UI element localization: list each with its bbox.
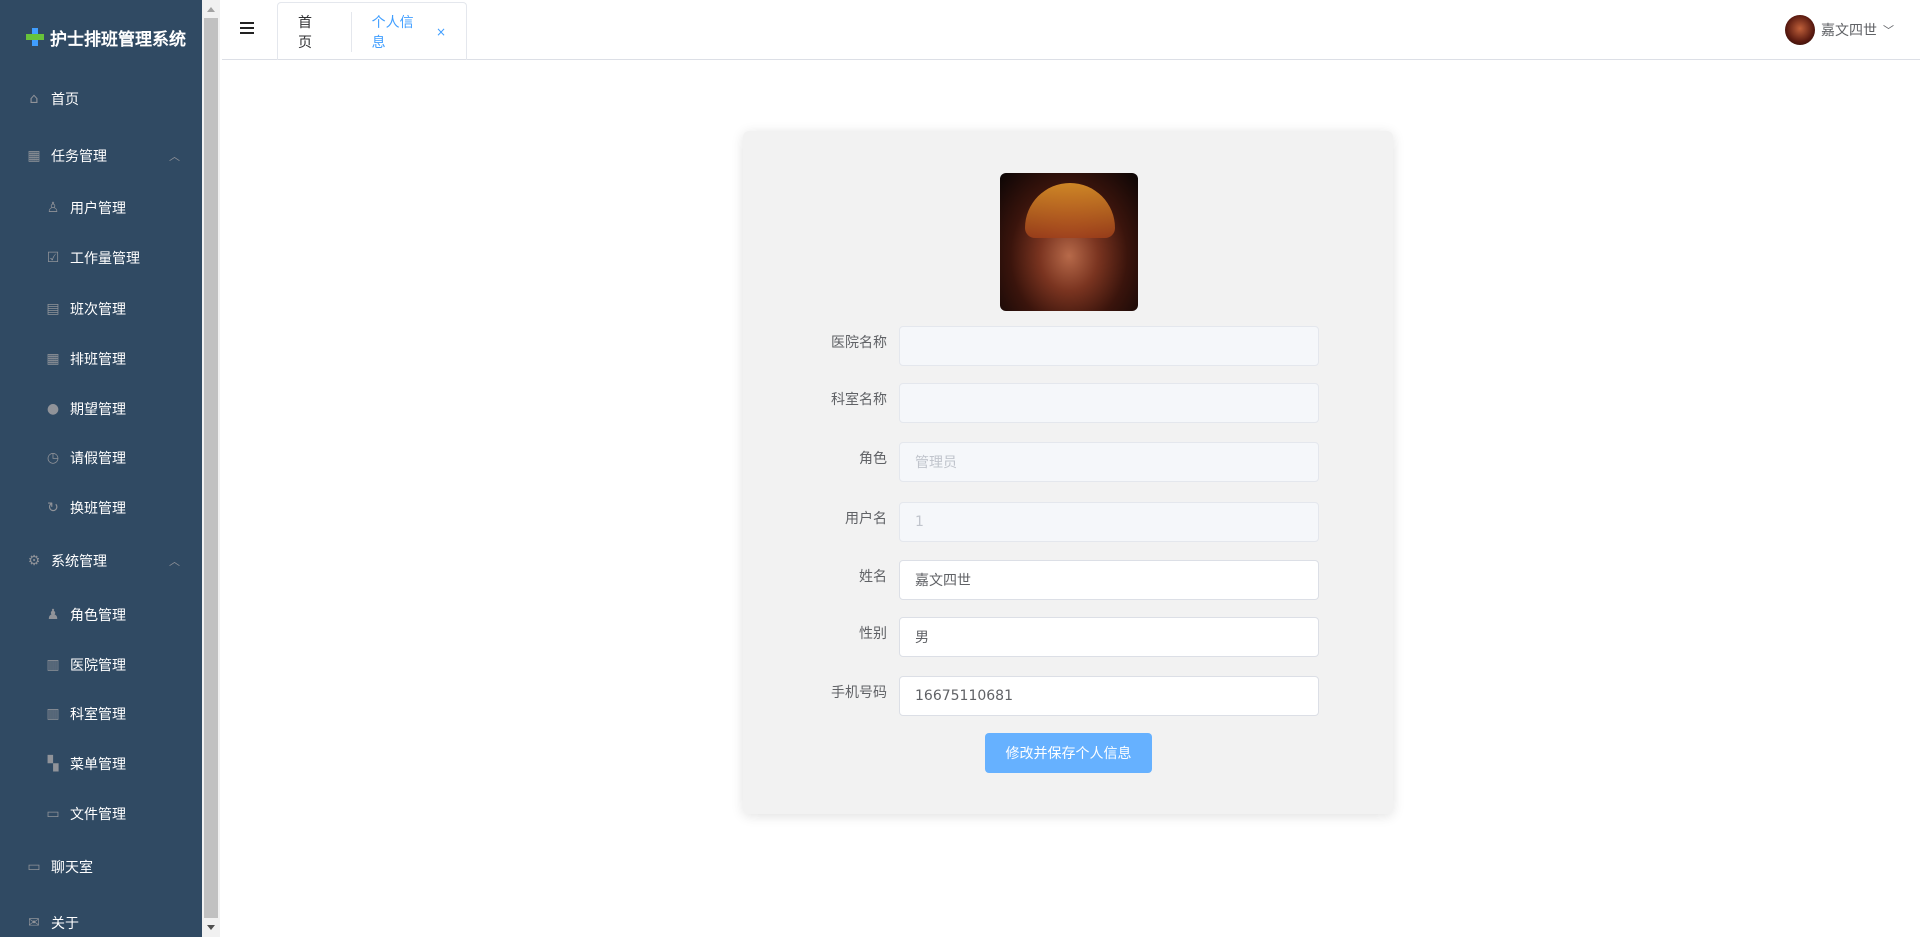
sidebar-item-leave-management[interactable]: ◷ 请假管理 [0, 433, 202, 483]
scroll-down-arrow-icon[interactable] [207, 925, 215, 930]
clipboard-icon: ▤ [46, 301, 60, 317]
sidebar-item-shift-swap-management[interactable]: ↻ 换班管理 [0, 483, 202, 533]
user-icon: ♙ [46, 200, 60, 216]
department-name-row: 科室名称 [743, 383, 1393, 423]
app-logo: 护士排班管理系统 [0, 0, 202, 74]
clock-icon: ◷ [46, 450, 60, 466]
phone-row: 手机号码 [743, 676, 1393, 716]
sidebar-item-file-management[interactable]: ▭ 文件管理 [0, 789, 202, 839]
sidebar-item-menu-management[interactable]: ▚ 菜单管理 [0, 739, 202, 789]
folder-icon: ▭ [46, 806, 60, 822]
chat-icon: ▭ [27, 859, 41, 875]
sidebar-item-user-management[interactable]: ♙ 用户管理 [0, 183, 202, 233]
username-row: 用户名 [743, 502, 1393, 542]
tab-home[interactable]: 首页 [278, 11, 352, 52]
tab-personal-info[interactable]: 个人信息 × [352, 3, 466, 60]
sidebar-item-chat-room[interactable]: ▭ 聊天室 [0, 842, 202, 892]
medical-cross-icon [26, 28, 44, 46]
sidebar: 护士排班管理系统 ⌂ 首页 ▦ 任务管理 ︿ ♙ 用户管理 ☑ 工作量管理 ▤ 班次管理 ▦… [0, 0, 202, 937]
gender-row: 性别 [743, 617, 1393, 657]
chevron-up-icon: ︿ [169, 150, 180, 163]
chevron-up-icon: ︿ [169, 555, 180, 568]
scroll-up-arrow-icon[interactable] [207, 7, 215, 12]
username-field[interactable] [899, 502, 1319, 542]
lightbulb-icon: ● [46, 401, 60, 417]
sidebar-item-schedule-management[interactable]: ▦ 排班管理 [0, 334, 202, 384]
user-filled-icon: ♟ [46, 607, 60, 623]
sidebar-item-role-management[interactable]: ♟ 角色管理 [0, 590, 202, 640]
sidebar-item-system-management[interactable]: ⚙ 系统管理 ︿ [0, 536, 202, 586]
chevron-down-icon: ﹀ [1883, 24, 1894, 37]
scrollbar-thumb[interactable] [204, 18, 218, 918]
collapse-menu-icon[interactable] [240, 22, 254, 36]
calendar-icon: ▦ [46, 351, 60, 367]
role-row: 角色 [743, 442, 1393, 482]
hospital-name-field[interactable] [899, 326, 1319, 366]
menu-icon: ▚ [47, 756, 59, 772]
header: 首页 个人信息 × 嘉文四世 ﹀ [222, 0, 1920, 60]
office-building-icon: ▥ [46, 706, 60, 722]
sidebar-item-hospital-management[interactable]: ▥ 医院管理 [0, 640, 202, 690]
avatar [1785, 15, 1815, 45]
message-icon: ✉ [28, 915, 40, 931]
name-row: 姓名 [743, 560, 1393, 600]
role-field[interactable] [899, 442, 1319, 482]
sidebar-item-task-management[interactable]: ▦ 任务管理 ︿ [0, 131, 202, 181]
sidebar-item-about[interactable]: ✉ 关于 [0, 898, 202, 937]
name-field[interactable] [899, 560, 1319, 600]
tab-bar: 首页 个人信息 × [277, 2, 467, 60]
sidebar-item-home[interactable]: ⌂ 首页 [0, 74, 202, 124]
hospital-name-row: 医院名称 [743, 326, 1393, 366]
close-icon[interactable]: × [436, 25, 446, 39]
sidebar-item-workload-management[interactable]: ☑ 工作量管理 [0, 233, 202, 283]
gear-icon: ⚙ [27, 553, 41, 569]
save-profile-button[interactable]: 修改并保存个人信息 [985, 733, 1152, 773]
department-name-field[interactable] [899, 383, 1319, 423]
refresh-icon: ↻ [47, 500, 59, 516]
grid-icon: ▦ [27, 148, 41, 164]
profile-avatar-image[interactable] [1000, 173, 1138, 311]
phone-field[interactable] [899, 676, 1319, 716]
sidebar-item-department-management[interactable]: ▥ 科室管理 [0, 689, 202, 739]
app-title: 护士排班管理系统 [50, 29, 186, 50]
user-menu[interactable]: 嘉文四世 ﹀ [1785, 15, 1894, 45]
sidebar-item-shift-management[interactable]: ▤ 班次管理 [0, 284, 202, 334]
sidebar-scrollbar[interactable] [202, 0, 220, 937]
gender-field[interactable] [899, 617, 1319, 657]
home-icon: ⌂ [29, 91, 39, 107]
user-name: 嘉文四世 [1821, 23, 1877, 39]
clipboard-check-icon: ☑ [46, 250, 60, 266]
building-icon: ▥ [46, 657, 60, 673]
sidebar-item-expectation-management[interactable]: ● 期望管理 [0, 384, 202, 434]
profile-card: 医院名称 科室名称 角色 用户名 姓名 性别 手机号码 修改并保存个人信息 [743, 131, 1393, 814]
